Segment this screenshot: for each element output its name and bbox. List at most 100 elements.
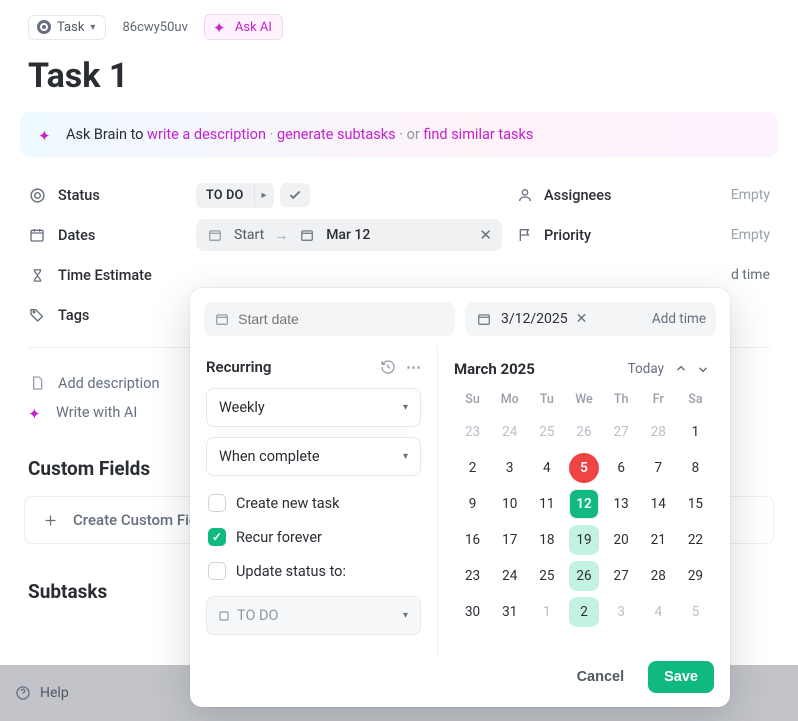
question-icon — [14, 684, 32, 702]
add-time-button[interactable]: Add time — [652, 311, 706, 327]
assignees-empty[interactable]: Empty — [731, 187, 770, 203]
due-value: Mar 12 — [326, 227, 370, 243]
clear-date-button[interactable]: ✕ — [479, 226, 492, 244]
dates-chip[interactable]: Start → Mar 12 ✕ — [196, 219, 502, 251]
calendar-day[interactable]: 11 — [532, 489, 562, 519]
clear-due-button[interactable]: ✕ — [576, 311, 588, 327]
history-icon[interactable] — [380, 359, 396, 375]
brain-similar-link[interactable]: find similar tasks — [423, 126, 533, 143]
calendar-day[interactable]: 12 — [569, 489, 599, 519]
brain-write-link[interactable]: write a description — [147, 126, 266, 143]
start-date-field[interactable] — [238, 311, 445, 327]
arrow-right-icon: → — [274, 227, 288, 244]
checkbox-unchecked-icon — [208, 562, 226, 580]
calendar-day[interactable]: 16 — [458, 525, 488, 555]
calendar-day[interactable]: 3 — [495, 453, 525, 483]
record-icon — [37, 20, 51, 34]
calendar-day[interactable]: 26 — [569, 417, 599, 447]
status-next-icon[interactable]: ▸ — [254, 185, 274, 206]
calendar-day[interactable]: 1 — [680, 417, 710, 447]
calendar-day[interactable]: 17 — [495, 525, 525, 555]
hourglass-icon — [28, 266, 46, 284]
calendar-day[interactable]: 5 — [569, 453, 599, 483]
calendar-day[interactable]: 29 — [680, 561, 710, 591]
calendar-day[interactable]: 23 — [458, 417, 488, 447]
brain-subtasks-link[interactable]: generate subtasks — [277, 126, 396, 143]
separator: · or — [396, 126, 424, 143]
sparkle-icon — [38, 127, 54, 143]
calendar-day[interactable]: 30 — [458, 597, 488, 627]
update-status-select[interactable]: TO DO ▾ — [206, 596, 421, 635]
calendar-day[interactable]: 18 — [532, 525, 562, 555]
tag-icon — [28, 306, 46, 324]
calendar-day[interactable]: 15 — [680, 489, 710, 519]
plus-icon — [41, 511, 59, 529]
ask-ai-button[interactable]: Ask AI — [204, 14, 283, 40]
trigger-select[interactable]: When complete ▾ — [206, 437, 421, 476]
create-new-task-checkbox[interactable]: Create new task — [206, 486, 421, 520]
calendar-day[interactable]: 2 — [458, 453, 488, 483]
calendar-day[interactable]: 1 — [532, 597, 562, 627]
calendar-day[interactable]: 25 — [532, 561, 562, 591]
due-date-input[interactable]: 3/12/2025 ✕ Add time — [465, 302, 716, 336]
calendar-day[interactable]: 31 — [495, 597, 525, 627]
save-button[interactable]: Save — [648, 661, 714, 693]
status-chip[interactable]: TO DO ▸ — [196, 183, 274, 208]
flag-icon — [516, 226, 534, 244]
priority-empty[interactable]: Empty — [731, 227, 770, 243]
update-status-checkbox[interactable]: Update status to: — [206, 554, 421, 588]
calendar-icon — [298, 226, 316, 244]
calendar-day[interactable]: 6 — [606, 453, 636, 483]
recur-forever-label: Recur forever — [236, 529, 322, 546]
cancel-button[interactable]: Cancel — [567, 661, 635, 693]
calendar-day[interactable]: 10 — [495, 489, 525, 519]
calendar-day[interactable]: 4 — [532, 453, 562, 483]
calendar-day[interactable]: 28 — [643, 417, 673, 447]
due-date-value: 3/12/2025 — [501, 311, 568, 327]
create-new-task-label: Create new task — [236, 495, 339, 512]
calendar-day[interactable]: 28 — [643, 561, 673, 591]
complete-button[interactable] — [280, 183, 310, 207]
recur-forever-checkbox[interactable]: Recur forever — [206, 520, 421, 554]
calendar-day[interactable]: 4 — [643, 597, 673, 627]
calendar-day[interactable]: 24 — [495, 417, 525, 447]
calendar-day[interactable]: 22 — [680, 525, 710, 555]
calendar-day[interactable]: 13 — [606, 489, 636, 519]
frequency-select[interactable]: Weekly ▾ — [206, 388, 421, 427]
date-recurring-popover: 3/12/2025 ✕ Add time Recurring ⋯ Weekly … — [190, 288, 730, 707]
document-icon — [28, 374, 46, 392]
calendar-day[interactable]: 19 — [569, 525, 599, 555]
help-button[interactable]: Help — [14, 684, 69, 702]
calendar-day[interactable]: 3 — [606, 597, 636, 627]
start-date-input[interactable] — [204, 302, 455, 336]
calendar-day[interactable]: 5 — [680, 597, 710, 627]
calendar-day[interactable]: 14 — [643, 489, 673, 519]
calendar-day[interactable]: 25 — [532, 417, 562, 447]
chevron-down-icon: ▾ — [403, 451, 408, 462]
page-title[interactable]: Task 1 — [0, 40, 798, 112]
calendar-dow: Sa — [677, 388, 714, 411]
calendar-day[interactable]: 7 — [643, 453, 673, 483]
calendar-day[interactable]: 20 — [606, 525, 636, 555]
calendar-day[interactable]: 24 — [495, 561, 525, 591]
calendar-day[interactable]: 2 — [569, 597, 599, 627]
task-id-label: 86cwy50uv — [114, 16, 195, 39]
more-icon[interactable]: ⋯ — [406, 358, 421, 376]
calendar-day[interactable]: 27 — [606, 417, 636, 447]
calendar-day[interactable]: 21 — [643, 525, 673, 555]
calendar-day[interactable]: 23 — [458, 561, 488, 591]
calendar-day[interactable]: 9 — [458, 489, 488, 519]
ask-ai-label: Ask AI — [235, 20, 272, 35]
prev-month-button[interactable] — [670, 360, 692, 378]
calendar-day[interactable]: 8 — [680, 453, 710, 483]
calendar-day[interactable]: 27 — [606, 561, 636, 591]
sparkle-icon — [28, 405, 44, 421]
next-month-button[interactable] — [692, 360, 714, 378]
calendar-dow: Tu — [528, 388, 565, 411]
today-button[interactable]: Today — [628, 361, 664, 377]
calendar-day[interactable]: 26 — [569, 561, 599, 591]
task-type-dropdown[interactable]: Task ▾ — [28, 15, 106, 40]
start-placeholder: Start — [234, 227, 264, 243]
status-row: Status TO DO ▸ Assignees Empty — [28, 175, 770, 215]
calendar-month-label: March 2025 — [454, 360, 535, 378]
